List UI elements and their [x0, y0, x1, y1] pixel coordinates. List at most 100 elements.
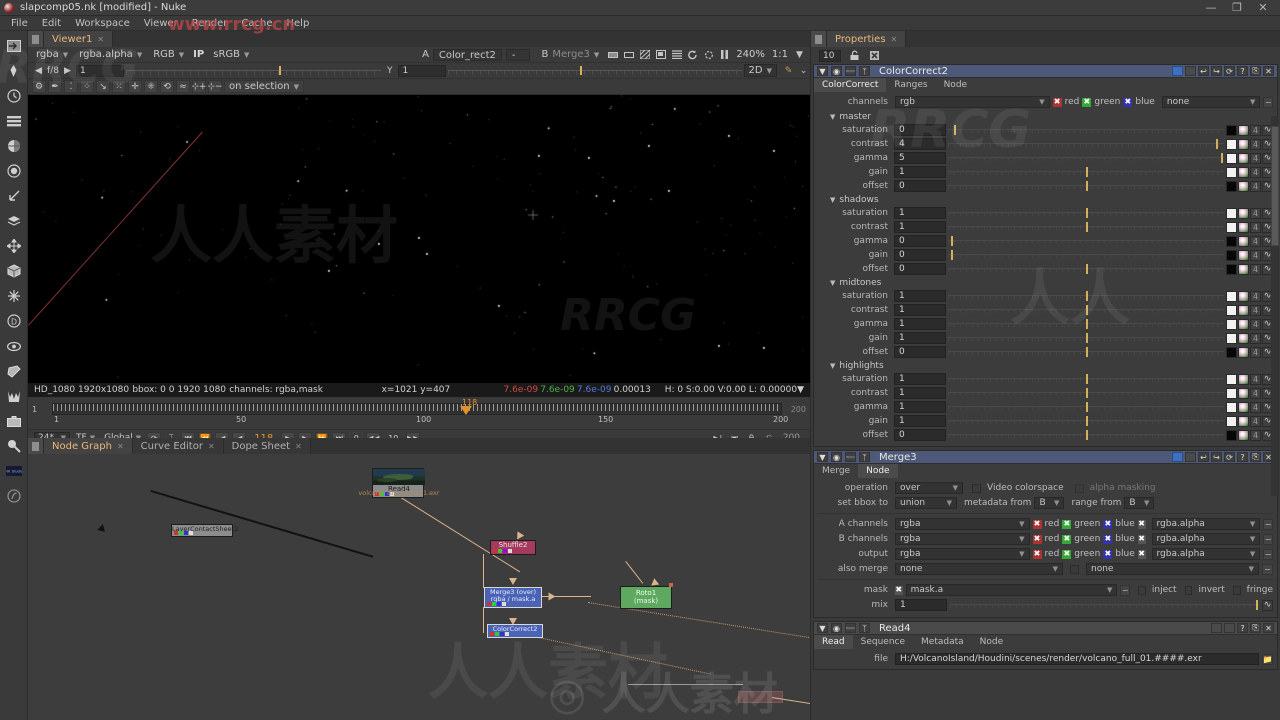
particles-icon[interactable] [3, 285, 25, 307]
viewer-cache-icon[interactable] [702, 49, 715, 61]
tab-viewer1[interactable]: Viewer1 ✕ [44, 31, 114, 47]
viewer-display-dropdown[interactable]: RGB ▼ [149, 48, 188, 61]
master-gain-field[interactable]: 1 [894, 166, 946, 178]
roto-point-add-icon[interactable]: ⁘ [80, 80, 94, 93]
midtones-gamma-channels-count[interactable]: 4 [1250, 318, 1261, 330]
metadata-from-dropdown[interactable]: B ▼ [1034, 497, 1065, 509]
viewer-dim-dropdown[interactable]: 2D ▼ [743, 64, 777, 77]
panel-collapse-icon[interactable]: ▼ [817, 66, 828, 76]
highlights-gain-colorwheel-icon[interactable] [1238, 415, 1249, 427]
highlights-gamma-slider[interactable] [948, 401, 1224, 413]
properties-pane-grip[interactable] [811, 31, 827, 47]
draw-icon[interactable] [3, 60, 25, 82]
shadows-offset-slider[interactable] [948, 263, 1224, 275]
roto-point-remove-icon[interactable]: ⁙ [112, 80, 126, 93]
shadows-gamma-colorwheel-icon[interactable] [1238, 235, 1249, 247]
menu-workspace[interactable]: Workspace [68, 16, 137, 31]
viewer-zoom-value[interactable]: 240% [734, 49, 767, 60]
master-saturation-slider[interactable] [948, 124, 1224, 136]
master-gamma-channels-count[interactable]: 4 [1250, 152, 1261, 164]
shadows-saturation-field[interactable]: 1 [894, 207, 946, 219]
node-layercontactsheet2[interactable]: LayerContactSheet2 [171, 524, 238, 537]
custom-icon[interactable] [3, 485, 25, 507]
midtones-gamma-colorwheel-icon[interactable] [1238, 318, 1249, 330]
gain-slider[interactable] [125, 65, 381, 77]
operation-dropdown[interactable]: over ▼ [895, 482, 963, 494]
shadows-saturation-swatch[interactable] [1226, 207, 1237, 219]
group-midtones-header[interactable]: ▼ midtones [818, 276, 1273, 289]
highlights-saturation-field[interactable]: 1 [894, 373, 946, 385]
also-merge-dropdown[interactable]: none ▼ [895, 563, 1063, 575]
tab-node-graph-close[interactable]: ✕ [117, 442, 124, 451]
tab-properties-close[interactable]: ✕ [891, 35, 898, 44]
bbox-dropdown[interactable]: union ▼ [895, 497, 957, 509]
group-shadows-header[interactable]: ▼ shadows [818, 193, 1273, 206]
fringe-checkbox[interactable] [1232, 585, 1241, 595]
viewer-ip-toggle[interactable]: IP [191, 49, 206, 60]
viewer-wipe-icon[interactable]: ⌄ [797, 65, 810, 77]
also-merge-minus-button[interactable]: − [1262, 563, 1273, 575]
viewer-roi-icon[interactable] [654, 49, 667, 61]
midtones-saturation-field[interactable]: 1 [894, 290, 946, 302]
timeline-ruler[interactable]: 1 200 1 50 100 150 200 118 [28, 397, 810, 429]
shadows-gamma-field[interactable]: 0 [894, 235, 946, 247]
filter-icon[interactable] [3, 160, 25, 182]
merge-row-2-alpha-checkbox[interactable]: ✖ [1137, 549, 1146, 559]
merge-row-1-blue-checkbox[interactable]: ✖ blue [1103, 534, 1135, 544]
node-roto1[interactable]: Roto1 (mask) [620, 586, 672, 609]
node-shuffle2[interactable]: Shuffle2 [490, 540, 536, 555]
midtones-gamma-field[interactable]: 1 [894, 318, 946, 330]
merge-row-2-minus-button[interactable]: − [1263, 548, 1273, 560]
maximize-button[interactable]: ❐ [1224, 0, 1250, 16]
other-icon[interactable] [3, 410, 25, 432]
keyer-icon[interactable] [3, 185, 25, 207]
midtones-gain-slider[interactable] [948, 332, 1224, 344]
panel-pin-icon[interactable]: ➖ [845, 66, 856, 76]
alpha-masking-checkbox[interactable] [1074, 483, 1084, 493]
master-offset-swatch[interactable] [1226, 180, 1237, 192]
tab-ranges[interactable]: Ranges [886, 78, 935, 92]
color-icon[interactable] [3, 135, 25, 157]
viewer-pause-icon[interactable] [718, 49, 731, 61]
channel-red-checkbox[interactable]: ✖ red [1052, 97, 1079, 107]
mix-field[interactable]: 1 [895, 599, 947, 611]
proxy-prev-icon[interactable]: ◀ [32, 65, 45, 77]
shadows-offset-swatch[interactable] [1226, 263, 1237, 275]
shadows-saturation-slider[interactable] [948, 207, 1224, 219]
midtones-offset-field[interactable]: 0 [894, 346, 946, 358]
read4-enable-checkbox[interactable] [1211, 623, 1222, 633]
shadows-contrast-slider[interactable] [948, 221, 1224, 233]
master-offset-field[interactable]: 0 [894, 180, 946, 192]
metadata-icon[interactable] [3, 360, 25, 382]
merge-mask-dropdown[interactable]: mask.a ▼ [905, 584, 1118, 596]
midtones-gamma-swatch[interactable] [1226, 318, 1237, 330]
panel-mask-checkbox[interactable] [1185, 66, 1196, 76]
merge-row-2-blue-checkbox[interactable]: ✖ blue [1103, 549, 1135, 559]
master-gamma-field[interactable]: 5 [894, 152, 946, 164]
deep-icon[interactable]: D [3, 310, 25, 332]
viewer-downscale-icon[interactable]: ▼ [793, 49, 806, 61]
roto-key-remove-icon[interactable]: ⊹− [207, 80, 223, 93]
midtones-offset-colorwheel-icon[interactable] [1238, 346, 1249, 358]
master-contrast-colorwheel-icon[interactable] [1238, 138, 1249, 150]
status-expand-icon[interactable]: ▼ [797, 385, 804, 395]
master-offset-channels-count[interactable]: 4 [1250, 180, 1261, 192]
shadows-gamma-slider[interactable] [948, 235, 1224, 247]
max-panels-field[interactable]: 10 [819, 49, 841, 62]
highlights-saturation-channels-count[interactable]: 4 [1250, 373, 1261, 385]
read4-panel-header[interactable]: ▼ ◉ ➖ ᛉ Read4 ? ⎘ ✕ [814, 622, 1277, 635]
highlights-offset-field[interactable]: 0 [894, 429, 946, 441]
viewer-colorspace-dropdown[interactable]: sRGB ▼ [209, 48, 253, 61]
panel-color-icon[interactable]: ᛉ [859, 66, 870, 76]
midtones-gain-field[interactable]: 1 [894, 332, 946, 344]
shadows-gamma-swatch[interactable] [1226, 235, 1237, 247]
close-all-icon[interactable] [867, 49, 881, 62]
merge3-panel-header[interactable]: ▼ ◉ ➖ ᛉ Merge3 ↩ ↪ ⟳ ? ⎘ ✕ [814, 451, 1277, 464]
shadows-gain-channels-count[interactable]: 4 [1250, 249, 1261, 261]
video-colorspace-checkbox[interactable] [972, 483, 981, 493]
properties-scroll-thumb[interactable] [1271, 126, 1279, 246]
cc-mask-dropdown[interactable]: none ▼ [1161, 96, 1261, 108]
merge-row-1-green-checkbox[interactable]: ✖ green [1062, 534, 1100, 544]
midtones-offset-channels-count[interactable]: 4 [1250, 346, 1261, 358]
master-contrast-field[interactable]: 4 [894, 138, 946, 150]
